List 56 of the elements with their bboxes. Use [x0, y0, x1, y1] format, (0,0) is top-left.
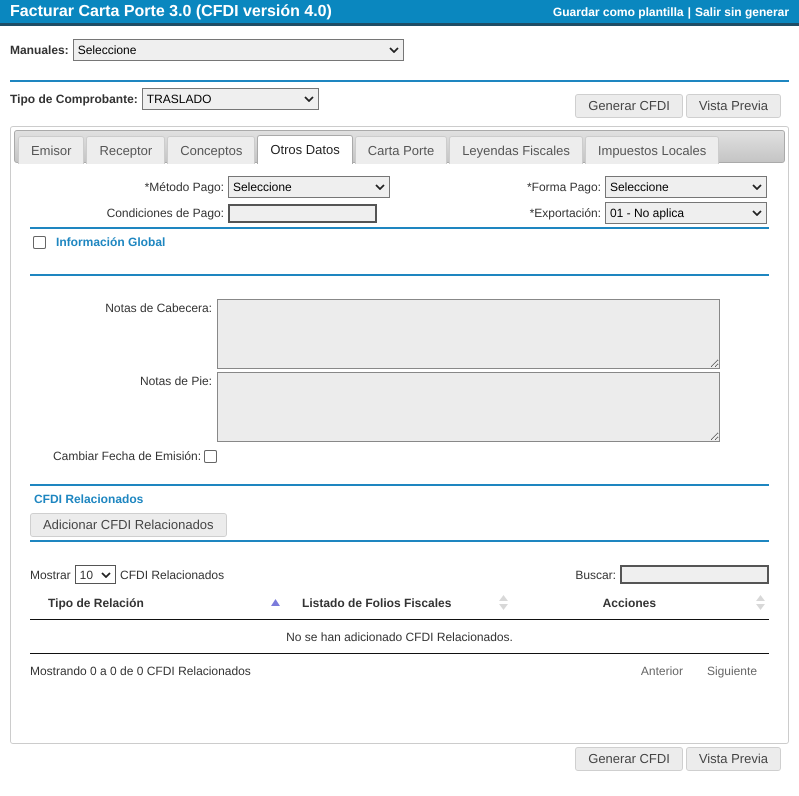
search-field[interactable]: [620, 565, 769, 584]
chevron-down-icon: [304, 96, 314, 102]
pager-link[interactable]: Siguiente: [706, 662, 757, 680]
page-title: Facturar Carta Porte 3.0 (CFDI versión 4.0): [10, 2, 332, 22]
field-label: *Forma Pago:: [526, 179, 601, 196]
action-button[interactable]: Generar CFDI: [575, 747, 683, 771]
page-size-select[interactable]: 10: [74, 565, 116, 584]
field-label: Tipo de Comprobante:: [10, 91, 138, 108]
field-label: Notas de Pie:: [138, 373, 212, 390]
field-label: Manuales:: [10, 42, 69, 59]
action-button[interactable]: Adicionar CFDI Relacionados: [30, 513, 227, 537]
field-label: Condiciones de Pago:: [106, 205, 224, 222]
tab[interactable]: Carta Porte: [354, 136, 448, 164]
pager-link[interactable]: Anterior: [640, 662, 683, 680]
chevron-down-icon: [752, 210, 762, 216]
action-button[interactable]: Generar CFDI: [575, 94, 683, 118]
sort-ascending-icon[interactable]: [271, 599, 280, 606]
column-header[interactable]: Tipo de Relación: [30, 594, 284, 612]
tab[interactable]: Leyendas Fiscales: [449, 136, 583, 164]
action-button[interactable]: Vista Previa: [686, 747, 781, 771]
empty-table-message: No se han adicionado CFDI Relacionados.: [30, 620, 769, 654]
field-label: Cambiar Fecha de Emisión:: [53, 448, 202, 465]
tab[interactable]: Emisor: [18, 136, 84, 164]
column-header[interactable]: Listado de Folios Fiscales: [284, 594, 512, 612]
tab[interactable]: Impuestos Locales: [584, 136, 720, 164]
show-suffix: CFDI Relacionados: [120, 566, 224, 584]
tab[interactable]: Otros Datos: [257, 135, 353, 164]
field-label: *Método Pago:: [144, 179, 224, 196]
search-label: Buscar:: [575, 566, 616, 584]
action-button[interactable]: Vista Previa: [686, 94, 781, 118]
forma-pago-select[interactable]: Seleccione: [605, 176, 767, 198]
chevron-down-icon: [101, 572, 112, 578]
show-label: Mostrar: [30, 566, 71, 584]
tab[interactable]: Receptor: [86, 136, 166, 164]
condiciones-field[interactable]: [228, 204, 377, 222]
save-template-link[interactable]: Guardar como plantilla: [552, 2, 684, 20]
checkbox[interactable]: [204, 450, 218, 462]
tab[interactable]: Conceptos: [167, 136, 256, 164]
field-label: *Exportación:: [528, 205, 601, 222]
exit-link[interactable]: Salir sin generar: [694, 2, 789, 20]
chevron-down-icon: [752, 184, 762, 190]
chevron-down-icon: [388, 47, 399, 53]
section-title: CFDI Relacionados: [34, 491, 144, 508]
section-link[interactable]: Información Global: [56, 233, 166, 251]
notas-pie-field[interactable]: [217, 372, 720, 442]
exportacion-select[interactable]: 01 - No aplica: [605, 202, 767, 224]
table-info: Mostrando 0 a 0 de 0 CFDI Relacionados: [30, 663, 251, 680]
column-header[interactable]: Acciones: [512, 594, 769, 612]
link-separator: |: [688, 4, 691, 20]
chevron-down-icon: [375, 184, 385, 190]
manuales-select[interactable]: Seleccione: [72, 39, 404, 61]
field-label: Notas de Cabecera:: [104, 300, 212, 317]
metodo-pago-select[interactable]: Seleccione: [228, 176, 390, 198]
notas-cabecera-field[interactable]: [217, 299, 720, 369]
checkbox[interactable]: [33, 236, 46, 248]
tipo-select[interactable]: TRASLADO: [142, 88, 319, 110]
